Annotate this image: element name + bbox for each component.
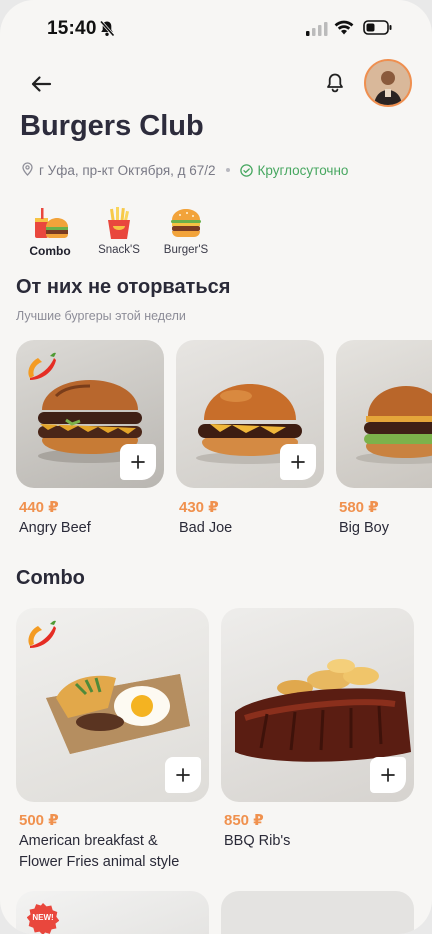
product-name: Bad Joe — [179, 520, 233, 536]
signal-icon — [306, 22, 328, 41]
product-name: American breakfast & Flower Fries animal… — [19, 833, 180, 870]
back-button[interactable] — [27, 70, 55, 98]
product-price: 440 ₽ — [19, 499, 59, 516]
plus-icon — [131, 455, 145, 469]
category-label: Snack'S — [98, 244, 140, 256]
avatar[interactable] — [364, 59, 412, 107]
notifications-button[interactable] — [321, 69, 349, 97]
new-badge-label: NEW! — [32, 913, 54, 922]
category-list: Combo Snack'S Burger'S — [0, 204, 432, 264]
open-hours-text: Круглосуточно — [257, 162, 349, 178]
plus-icon — [291, 455, 305, 469]
featured-subtitle: Лучшие бургеры этой недели — [16, 309, 186, 323]
add-to-cart-button[interactable] — [280, 444, 316, 480]
product-price: 850 ₽ — [224, 812, 264, 829]
combo-title: Combo — [16, 567, 85, 589]
category-burgers[interactable]: Burger'S — [151, 204, 221, 256]
plus-icon — [176, 768, 190, 782]
burger-icon — [151, 204, 221, 242]
burger-photo — [356, 386, 432, 464]
status-bar: 15:40 — [0, 0, 432, 56]
separator-dot — [225, 168, 230, 172]
combo-icon — [15, 204, 85, 242]
restaurant-info: г Уфа, пр-кт Октября, д 67/2 Круглосуточ… — [22, 160, 348, 180]
silent-mode-icon — [99, 20, 115, 42]
restaurant-name: Burgers Club — [20, 110, 204, 142]
spicy-icon — [24, 618, 60, 655]
product-name: Big Boy — [339, 520, 389, 536]
category-label: Combo — [29, 244, 71, 258]
product-card-next[interactable] — [221, 891, 414, 934]
add-to-cart-button[interactable] — [165, 757, 201, 793]
battery-icon — [363, 20, 393, 40]
product-name: Angry Beef — [19, 520, 91, 536]
category-combo[interactable]: Combo — [15, 204, 85, 258]
check-circle-icon — [239, 163, 253, 177]
featured-title: От них не оторваться — [16, 276, 231, 298]
status-time: 15:40 — [47, 18, 97, 39]
add-to-cart-button[interactable] — [120, 444, 156, 480]
product-name: BBQ Rib's — [224, 833, 291, 849]
app-screen: 15:40 Burgers Club г Уфа, пр-кт Октября, — [0, 0, 432, 934]
add-to-cart-button[interactable] — [370, 757, 406, 793]
arrow-left-icon — [31, 76, 52, 92]
category-snacks[interactable]: Snack'S — [84, 204, 154, 256]
location-pin-icon — [22, 161, 33, 179]
wifi-icon — [334, 19, 354, 40]
product-card-big-boy[interactable] — [336, 340, 432, 488]
product-price: 430 ₽ — [179, 499, 219, 516]
new-badge: NEW! — [26, 902, 60, 934]
product-price: 580 ₽ — [339, 499, 379, 516]
restaurant-address[interactable]: г Уфа, пр-кт Октября, д 67/2 — [39, 163, 216, 178]
fries-icon — [84, 204, 154, 242]
product-price: 500 ₽ — [19, 812, 59, 829]
open-status: Круглосуточно — [239, 162, 349, 178]
plus-icon — [381, 768, 395, 782]
bell-icon — [327, 73, 343, 93]
category-label: Burger'S — [163, 244, 209, 256]
spicy-icon — [24, 350, 60, 387]
